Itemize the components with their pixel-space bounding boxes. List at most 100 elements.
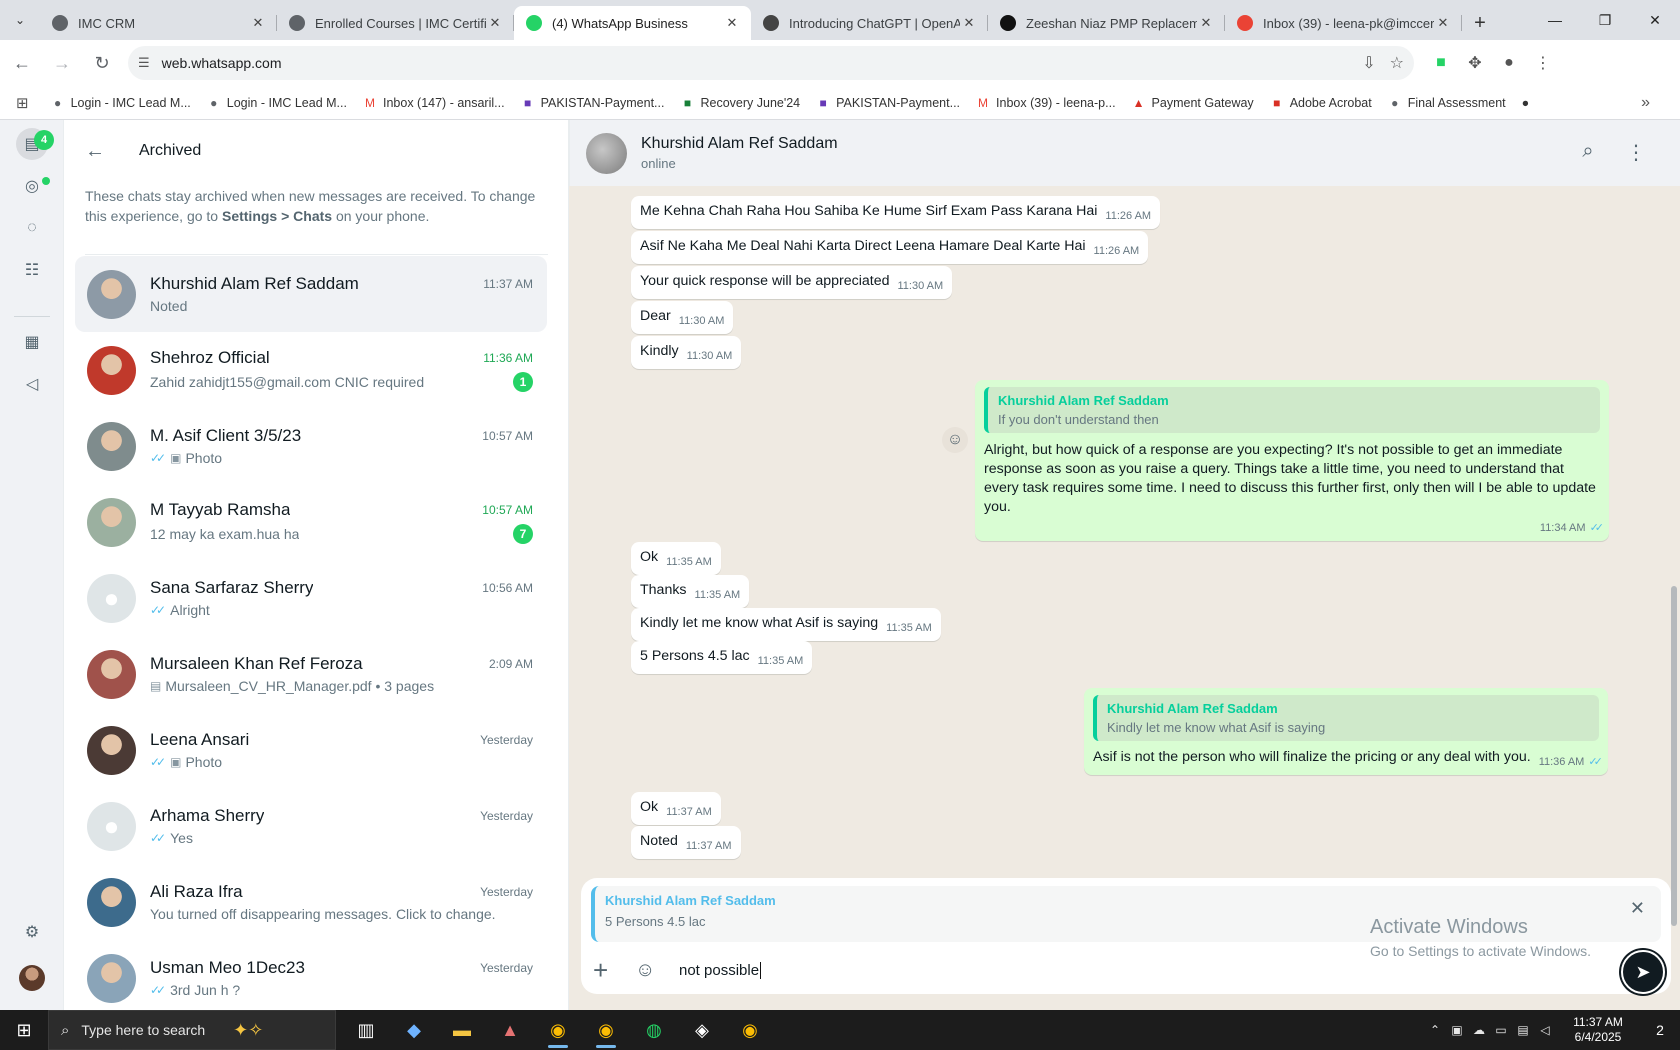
browser-tab[interactable]: Introducing ChatGPT | OpenAI ✕ [751,6,988,40]
bookmark-star-icon[interactable]: ☆ [1390,53,1404,73]
close-reply-icon[interactable]: ✕ [1630,898,1645,919]
minimize-icon[interactable]: — [1530,0,1580,40]
catalog-store-icon[interactable]: ▦ [16,326,48,358]
chrome-icon[interactable]: ◉ [534,1010,582,1050]
chat-list-item[interactable]: Shehroz Official 11:36 AM Zahid zahidjt155… [75,332,547,408]
message-out[interactable]: Khurshid Alam Ref Saddam If you don't un… [975,380,1609,541]
message-in[interactable]: Asif Ne Kaha Me Deal Nahi Karta Direct L… [631,231,1149,264]
send-icon[interactable]: ➤ [1621,950,1665,994]
chat-list-item[interactable]: Mursaleen Khan Ref Feroza 2:09 AM ▤ Mursale… [75,636,547,712]
bookmarks-more-icon[interactable]: » [1641,94,1650,112]
default-avatar-icon[interactable]: ● [87,573,136,623]
tray-chevron-icon[interactable]: ⌃ [1424,1023,1446,1037]
bookmark-item[interactable]: M Inbox (39) - leena-p... [976,96,1116,110]
conversation-scrollbar[interactable] [1671,586,1677,926]
chat-avatar[interactable] [87,345,136,395]
bookmark-item[interactable]: ● Login - IMC Lead M... [51,96,191,110]
chat-avatar[interactable] [87,269,136,319]
chat-list-item[interactable]: ● Sana Sarfaraz Sherry 10:56 AM ✓✓ Alright [75,560,547,636]
tab-close-icon[interactable]: ✕ [249,15,267,31]
browser-tab[interactable]: Enrolled Courses | IMC Certifica ✕ [277,6,514,40]
default-avatar-icon[interactable]: ● [87,801,136,851]
message-in[interactable]: Kindly 11:30 AM [631,336,742,369]
sticker-emoji-icon[interactable]: ☺ [635,959,679,982]
tray-app-icon[interactable]: ▣ [1446,1023,1468,1037]
message-in[interactable]: Ok 11:35 AM [631,542,721,575]
chat-list-item[interactable]: Usman Meo 1Dec23 Yesterday ✓✓ 3rd Jun h ? [75,940,547,1016]
advertise-megaphone-icon[interactable]: ◁ [16,368,48,400]
search-icon[interactable]: ⌕ [1564,140,1612,165]
chrome-alt-icon[interactable]: ◉ [726,1010,774,1050]
browser-tab[interactable]: Zeeshan Niaz PMP Replacemen ✕ [988,6,1225,40]
app-icon[interactable]: ◈ [678,1010,726,1050]
bookmark-item[interactable]: ■ PAKISTAN-Payment... [521,96,665,110]
tab-close-icon[interactable]: ✕ [1434,15,1452,31]
message-in[interactable]: Noted 11:37 AM [631,826,741,859]
site-info-icon[interactable]: ☰ [138,55,150,71]
bookmark-item[interactable]: M Inbox (147) - ansaril... [363,96,505,110]
message-input[interactable]: not possible [679,961,762,979]
browser-tab[interactable]: Inbox (39) - leena-pk@imccerti ✕ [1225,6,1462,40]
chat-avatar[interactable] [87,421,136,471]
quoted-message[interactable]: Khurshid Alam Ref Saddam Kindly let me k… [1093,695,1599,741]
message-in[interactable]: 5 Persons 4.5 lac 11:35 AM [631,641,813,674]
file-explorer-icon[interactable]: ▬ [438,1010,486,1050]
new-tab-button[interactable]: + [1462,6,1498,40]
tray-display-icon[interactable]: ▭ [1490,1023,1512,1037]
taskbar-search[interactable]: ⌕ Type here to search ✦✧ [48,1010,336,1050]
chat-list-item[interactable]: Leena Ansari Yesterday ✓✓ ▣ Photo [75,712,547,788]
react-emoji-icon[interactable]: ☺ [942,427,968,453]
back-icon[interactable]: ← [4,45,40,81]
status-icon[interactable]: ◎ [16,170,48,202]
my-profile-avatar[interactable] [19,965,45,991]
message-in[interactable]: Ok 11:37 AM [631,792,721,825]
browser-tab[interactable]: (4) WhatsApp Business ✕ [514,6,751,40]
chat-list-item[interactable]: Khurshid Alam Ref Saddam 11:37 AM Noted [75,256,547,332]
profile-avatar[interactable]: ● [1492,54,1526,72]
message-out[interactable]: Khurshid Alam Ref Saddam Kindly let me k… [1084,688,1608,775]
copilot-icon[interactable]: ◆ [390,1010,438,1050]
chat-avatar[interactable] [87,953,136,1003]
reload-icon[interactable]: ↻ [84,45,120,81]
extensions-puzzle-icon[interactable]: ✥ [1458,53,1492,73]
tab-close-icon[interactable]: ✕ [723,15,741,31]
bookmark-item[interactable]: ● Login - IMC Lead M... [207,96,347,110]
network-icon[interactable]: ▤ [1512,1023,1534,1037]
tab-close-icon[interactable]: ✕ [1197,15,1215,31]
browser-tab[interactable]: IMC CRM ✕ [40,6,277,40]
contact-avatar[interactable] [586,132,627,174]
bookmark-item[interactable]: ● Final Assessment [1388,96,1506,110]
browser-menu-icon[interactable]: ⋮ [1526,53,1560,73]
chrome-profile-icon[interactable]: ◉ [582,1010,630,1050]
chat-list-item[interactable]: M. Asif Client 3/5/23 10:57 AM ✓✓ ▣ Photo [75,408,547,484]
message-in[interactable]: Kindly let me know what Asif is saying 11… [631,608,941,641]
app-pin-icon[interactable]: ▲ [486,1010,534,1050]
message-in[interactable]: Your quick response will be appreciated 1… [631,266,953,299]
taskbar-clock[interactable]: 11:37 AM 6/4/2025 [1556,1015,1640,1045]
bookmark-item[interactable]: ■ Recovery June'24 [680,96,800,110]
onedrive-icon[interactable]: ☁ [1468,1023,1490,1037]
notifications-icon[interactable]: 2 [1640,1010,1680,1050]
chat-avatar[interactable] [87,497,136,547]
close-window-icon[interactable]: ✕ [1630,0,1680,40]
message-in[interactable]: Dear 11:30 AM [631,301,734,334]
bookmark-item[interactable]: ■ PAKISTAN-Payment... [816,96,961,110]
chat-menu-icon[interactable]: ⋮ [1612,140,1660,165]
chat-list-item[interactable]: Ali Raza Ifra Yesterday You turned off dis… [75,864,547,940]
tab-close-icon[interactable]: ✕ [486,15,504,31]
message-in[interactable]: Me Kehna Chah Raha Hou Sahiba Ke Hume Si… [631,196,1161,229]
conversation-header[interactable]: Khurshid Alam Ref Saddam online ⌕ ⋮ [569,120,1680,186]
bookmark-item[interactable]: ▲ Payment Gateway [1132,96,1254,110]
attach-plus-icon[interactable]: + [593,955,623,986]
bookmark-extra-icon[interactable]: ● [1522,96,1530,110]
message-in[interactable]: Thanks 11:35 AM [631,575,750,608]
channels-icon[interactable]: ◌ [16,212,48,244]
chat-avatar[interactable] [87,877,136,927]
chat-list-item[interactable]: ● Arhama Sherry Yesterday ✓✓ Yes [75,788,547,864]
bookmark-item[interactable]: ■ Adobe Acrobat [1270,96,1372,110]
settings-gear-icon[interactable]: ⚙ [16,916,48,948]
communities-icon[interactable]: ☷ [16,254,48,286]
task-view-icon[interactable]: ▥ [342,1010,390,1050]
volume-icon[interactable]: ◁ [1534,1023,1556,1037]
whatsapp-icon[interactable]: ◍ [630,1010,678,1050]
